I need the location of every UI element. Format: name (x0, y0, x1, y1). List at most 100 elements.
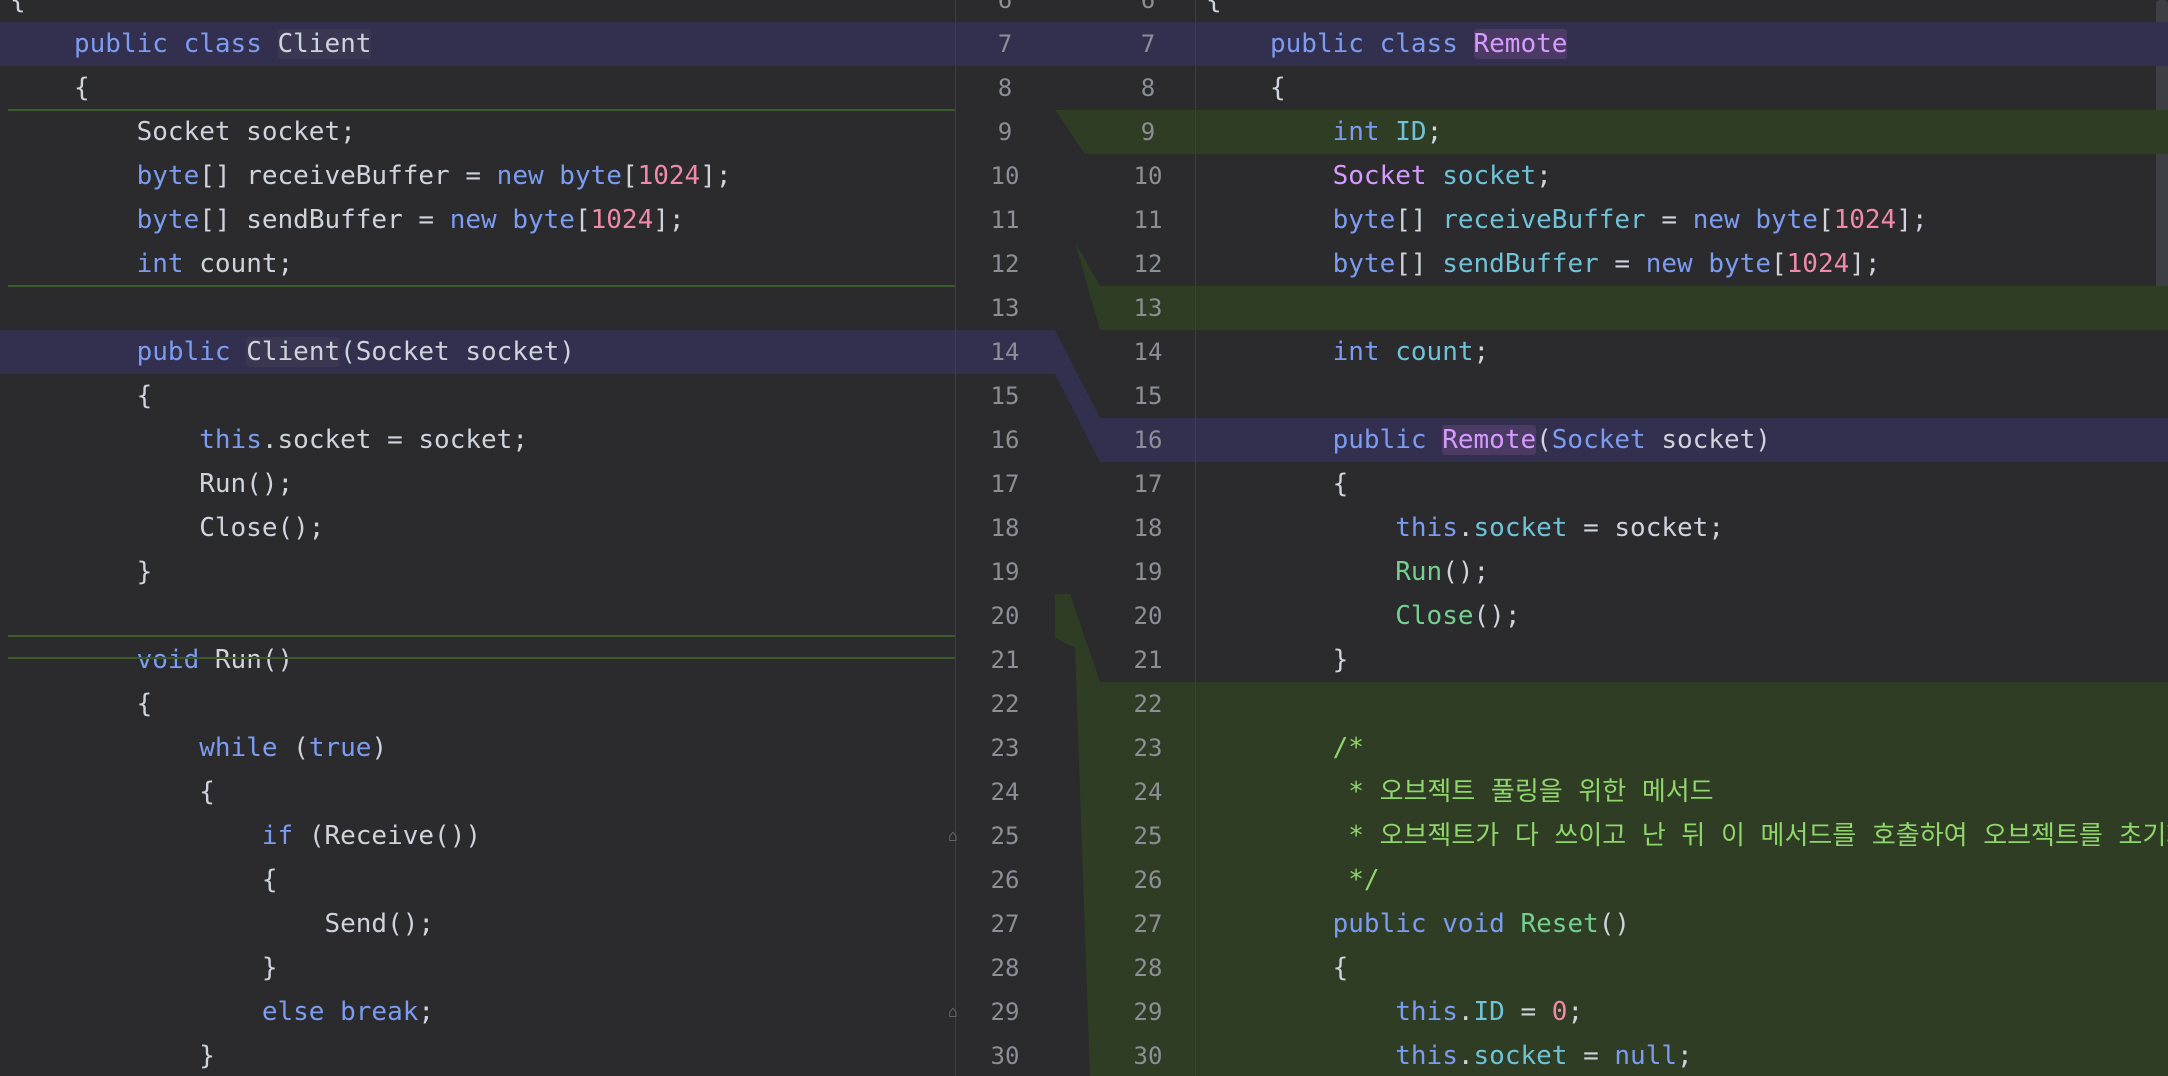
right-line-number: 14 (1133, 338, 1163, 366)
code-token: .socket = socket; (261, 425, 528, 455)
code-token: [ (1770, 249, 1787, 279)
left-code-line[interactable] (0, 286, 955, 330)
right-code-line[interactable]: * 오브젝트가 다 쓰이고 난 뒤 이 메서드를 호출하여 오브젝트를 초기화 (1196, 814, 2168, 858)
left-code-line[interactable]: while (true) (0, 726, 955, 770)
right-code-line[interactable]: { (1196, 946, 2168, 990)
right-code-line[interactable]: /* (1196, 726, 2168, 770)
left-code-line[interactable]: { (0, 66, 955, 110)
left-line-partial: { (10, 0, 26, 15)
left-code-line[interactable]: } (0, 1034, 955, 1076)
left-line-number: 10 (990, 162, 1020, 190)
left-line-number: 24 (990, 778, 1020, 806)
code-token: 1024 (590, 205, 654, 235)
left-code-line[interactable]: if (Receive()) (0, 814, 955, 858)
code-token: socket (1473, 513, 1568, 543)
right-code-line[interactable]: Close(); (1196, 594, 2168, 638)
code-token: socket (1473, 1041, 1568, 1071)
code-token: this (199, 425, 262, 455)
left-line-number: 19 (990, 558, 1020, 586)
left-line-number: 29 (990, 998, 1020, 1026)
code-token: . (1457, 997, 1474, 1027)
right-code-line[interactable]: Socket socket; (1196, 154, 2168, 198)
left-code-line[interactable]: void Run() (0, 638, 955, 682)
right-code-line[interactable]: public class Remote (1196, 22, 2168, 66)
right-code-line[interactable]: * 오브젝트 풀링을 위한 메서드 (1196, 770, 2168, 814)
left-code-line[interactable]: int count; (0, 242, 955, 286)
right-code-line[interactable] (1196, 286, 2168, 330)
right-code-line[interactable]: */ (1196, 858, 2168, 902)
right-code-line[interactable]: this.socket = socket; (1196, 506, 2168, 550)
code-token: (); (1442, 557, 1490, 587)
code-token: ; (418, 997, 435, 1027)
code-token: public (1270, 29, 1380, 59)
code-token: Client (277, 29, 372, 59)
code-token: this (1395, 997, 1458, 1027)
code-token: byte (136, 205, 200, 235)
right-code-line[interactable]: { (1196, 66, 2168, 110)
left-code-line[interactable]: Close(); (0, 506, 955, 550)
left-code-line[interactable]: Run(); (0, 462, 955, 506)
right-code-line[interactable]: { (1196, 462, 2168, 506)
fold-icon[interactable]: ⌂ (945, 1003, 961, 1021)
code-token: byte (1332, 249, 1396, 279)
left-code-line[interactable]: } (0, 550, 955, 594)
right-code-line[interactable]: } (1196, 638, 2168, 682)
right-line-number: 18 (1133, 514, 1163, 542)
code-token: Send(); (74, 909, 435, 939)
code-token: Socket socket; (74, 117, 356, 147)
right-code-line[interactable] (1196, 374, 2168, 418)
code-token: [] receiveBuffer = (199, 161, 497, 191)
left-code-line[interactable]: { (0, 858, 955, 902)
left-code-line[interactable]: else break; (0, 990, 955, 1034)
left-editor-pane[interactable]: {public class Client { Socket socket; byt… (0, 0, 955, 1076)
left-line-number: 6 (997, 0, 1013, 14)
code-token: /* (1332, 733, 1364, 763)
right-code-line[interactable]: int ID; (1196, 110, 2168, 154)
right-line-number: 27 (1133, 910, 1163, 938)
right-code-line[interactable]: public Remote(Socket socket) (1196, 418, 2168, 462)
right-code-line[interactable] (1196, 682, 2168, 726)
right-line-number: 7 (1140, 30, 1156, 58)
left-code-line[interactable]: } (0, 946, 955, 990)
right-code-line[interactable]: this.ID = 0; (1196, 990, 2168, 1034)
right-code-line[interactable]: byte[] sendBuffer = new byte[1024]; (1196, 242, 2168, 286)
left-line-number: 12 (990, 250, 1020, 278)
left-code-line[interactable]: { (0, 374, 955, 418)
code-token: void (136, 645, 215, 675)
right-editor-pane[interactable]: {public class Remote { int ID; Socket soc… (1196, 0, 2168, 1076)
right-line-number: 22 (1133, 690, 1163, 718)
left-code-line[interactable]: public Client(Socket socket) (0, 330, 955, 374)
left-line-number: 11 (990, 206, 1020, 234)
code-token: null (1614, 1041, 1678, 1071)
left-code-line[interactable]: Send(); (0, 902, 955, 946)
left-code-line[interactable] (0, 594, 955, 638)
left-code-line[interactable]: Socket socket; (0, 110, 955, 154)
left-code-line[interactable]: this.socket = socket; (0, 418, 955, 462)
left-line-number: 23 (990, 734, 1020, 762)
left-code-line[interactable]: { (0, 770, 955, 814)
right-code-line[interactable]: public void Reset() (1196, 902, 2168, 946)
code-token: if (261, 821, 309, 851)
code-token: ) (371, 733, 388, 763)
right-code-line[interactable]: byte[] receiveBuffer = new byte[1024]; (1196, 198, 2168, 242)
left-line-number: 17 (990, 470, 1020, 498)
left-code-line[interactable]: { (0, 682, 955, 726)
right-code-line[interactable]: this.socket = null; (1196, 1034, 2168, 1076)
code-token: ]; (1849, 249, 1881, 279)
right-code-line[interactable]: int count; (1196, 330, 2168, 374)
left-line-number: 7 (965, 22, 1045, 66)
left-code-line[interactable]: byte[] sendBuffer = new byte[1024]; (0, 198, 955, 242)
code-token: void (1442, 909, 1521, 939)
fold-icon[interactable]: ⌂ (945, 827, 961, 845)
left-code-line[interactable]: byte[] receiveBuffer = new byte[1024]; (0, 154, 955, 198)
left-code-line[interactable]: public class Client (0, 22, 955, 66)
right-code-line[interactable]: Run(); (1196, 550, 2168, 594)
left-line-number: 9 (997, 118, 1013, 146)
